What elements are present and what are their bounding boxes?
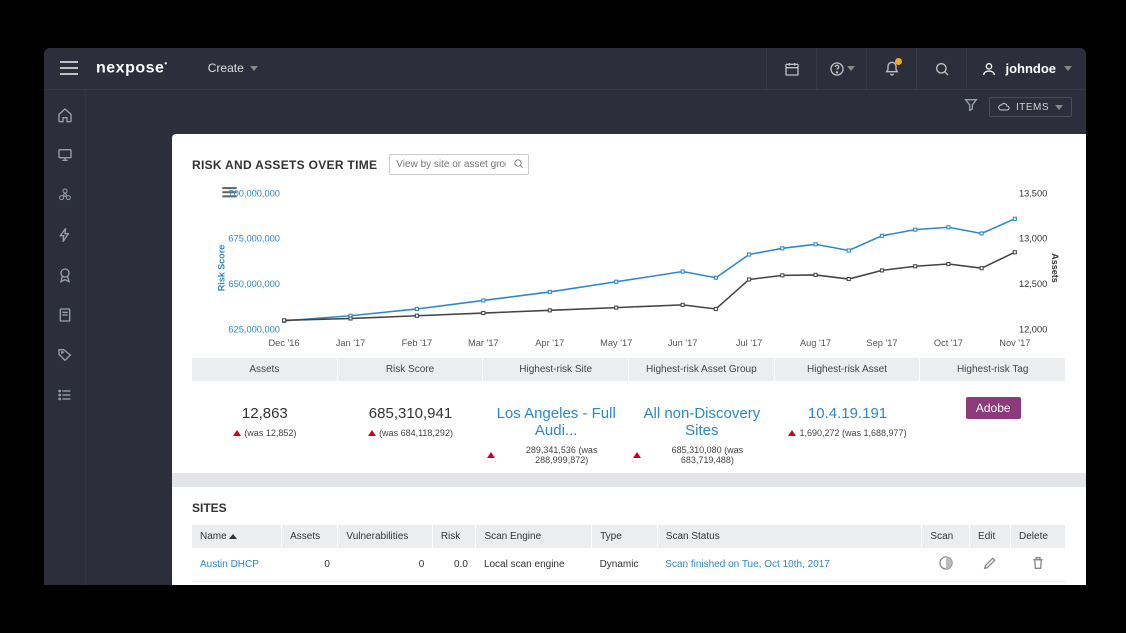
svg-text:650,000,000: 650,000,000 [228, 279, 279, 289]
summary-header: Highest-risk Tag [920, 358, 1066, 381]
search-icon [513, 156, 524, 174]
sites-col-header[interactable]: Risk [432, 525, 476, 548]
svg-text:12,500: 12,500 [1019, 279, 1047, 289]
chart-search[interactable] [389, 154, 529, 175]
monitor-icon[interactable] [56, 146, 74, 164]
page-toolbar: ITEMS [86, 90, 1086, 124]
list-icon[interactable] [56, 386, 74, 404]
document-icon[interactable] [56, 306, 74, 324]
summary-cell: Adobe [920, 389, 1066, 473]
card-title-risk: RISK AND ASSETS OVER TIME [192, 158, 377, 172]
search-icon[interactable] [916, 48, 966, 90]
svg-text:625,000,000: 625,000,000 [228, 324, 279, 334]
summary-cell[interactable]: Los Angeles - Full Audi...289,341,536 (w… [483, 389, 629, 473]
scan-status-link[interactable]: Scheduled scan finished on Fri, Nov 3rd,… [657, 582, 922, 586]
site-name-link[interactable]: Austin DHCP [192, 548, 282, 582]
menu-icon[interactable] [60, 61, 78, 75]
summary-header: Highest-risk Asset [775, 358, 921, 381]
tag-icon[interactable] [56, 346, 74, 364]
filter-icon[interactable] [963, 97, 979, 118]
brand-logo: nexpose• [96, 59, 168, 77]
sites-title: SITES [192, 487, 1066, 515]
delete-icon[interactable] [1011, 548, 1066, 582]
topbar: nexpose• Create johndoe [44, 48, 1086, 90]
scan-icon[interactable] [922, 582, 970, 586]
svg-text:May '17: May '17 [600, 338, 632, 348]
summary-values: 12,863(was 12,852)685,310,941(was 684,11… [192, 389, 1066, 473]
scan-icon[interactable] [922, 548, 970, 582]
sites-col-header[interactable]: Assets [282, 525, 338, 548]
svg-text:675,000,000: 675,000,000 [228, 234, 279, 244]
user-icon [981, 61, 997, 77]
table-row: Austin DHCP000.0Local scan engineDynamic… [192, 548, 1066, 582]
svg-text:Feb '17: Feb '17 [402, 338, 433, 348]
svg-text:Oct '17: Oct '17 [934, 338, 963, 348]
svg-text:13,500: 13,500 [1019, 188, 1047, 198]
edit-icon[interactable] [970, 582, 1011, 586]
svg-text:Sep '17: Sep '17 [866, 338, 897, 348]
summary-header: Highest-risk Asset Group [629, 358, 775, 381]
sites-col-header[interactable]: Edit [970, 525, 1011, 548]
calendar-icon[interactable] [766, 48, 816, 90]
svg-text:13,000: 13,000 [1019, 234, 1047, 244]
svg-text:Nov '17: Nov '17 [999, 338, 1030, 348]
notification-badge [895, 58, 902, 65]
summary-cell: 685,310,941(was 684,118,292) [338, 389, 484, 473]
bell-icon[interactable] [866, 48, 916, 90]
svg-text:Jul '17: Jul '17 [736, 338, 762, 348]
summary-header: Risk Score [338, 358, 484, 381]
delete-icon[interactable] [1011, 582, 1066, 586]
username-label: johndoe [1005, 61, 1056, 76]
table-row: AWS210.0Local scan engineDynamicSchedule… [192, 582, 1066, 586]
sites-col-header[interactable]: Type [592, 525, 658, 548]
home-icon[interactable] [56, 106, 74, 124]
svg-text:Jun '17: Jun '17 [668, 338, 698, 348]
summary-cell[interactable]: 10.4.19.1911,690,272 (was 1,688,977) [775, 389, 921, 473]
summary-cell: 12,863(was 12,852) [192, 389, 338, 473]
summary-header: Highest-risk Site [483, 358, 629, 381]
summary-headers: AssetsRisk ScoreHighest-risk SiteHighest… [192, 358, 1066, 381]
svg-text:Mar '17: Mar '17 [468, 338, 499, 348]
sites-col-header[interactable]: Scan [922, 525, 970, 548]
help-icon[interactable] [816, 48, 866, 90]
biohazard-icon[interactable] [56, 186, 74, 204]
sidebar [44, 90, 86, 585]
lightning-icon[interactable] [56, 226, 74, 244]
sites-col-header[interactable]: Name [192, 525, 282, 548]
svg-text:Jan '17: Jan '17 [336, 338, 366, 348]
chart-search-input[interactable] [389, 154, 529, 175]
svg-text:Apr '17: Apr '17 [535, 338, 564, 348]
sites-col-header[interactable]: Scan Engine [476, 525, 592, 548]
svg-text:700,000,000: 700,000,000 [228, 188, 279, 198]
y-axis-right-label: Assets [1050, 253, 1060, 283]
scan-status-link[interactable]: Scan finished on Tue, Oct 10th, 2017 [657, 548, 922, 582]
svg-text:12,000: 12,000 [1019, 324, 1047, 334]
edit-icon[interactable] [970, 548, 1011, 582]
site-name-link[interactable]: AWS [192, 582, 282, 586]
risk-assets-chart: Risk Score Assets 625,000,000650,000,000… [212, 185, 1056, 350]
summary-cell[interactable]: All non-Discovery Sites685,310,080 (was … [629, 389, 775, 473]
items-button[interactable]: ITEMS [989, 97, 1072, 117]
svg-text:Aug '17: Aug '17 [800, 338, 831, 348]
cloud-icon [998, 101, 1010, 113]
award-icon[interactable] [56, 266, 74, 284]
sites-table: Name AssetsVulnerabilitiesRiskScan Engin… [192, 525, 1066, 585]
y-axis-left-label: Risk Score [216, 244, 226, 291]
user-menu[interactable]: johndoe [966, 48, 1086, 89]
sites-col-header[interactable]: Delete [1011, 525, 1066, 548]
create-button[interactable]: Create [208, 61, 258, 75]
sites-col-header[interactable]: Scan Status [657, 525, 922, 548]
svg-text:Dec '16: Dec '16 [268, 338, 299, 348]
sites-col-header[interactable]: Vulnerabilities [338, 525, 432, 548]
summary-header: Assets [192, 358, 338, 381]
